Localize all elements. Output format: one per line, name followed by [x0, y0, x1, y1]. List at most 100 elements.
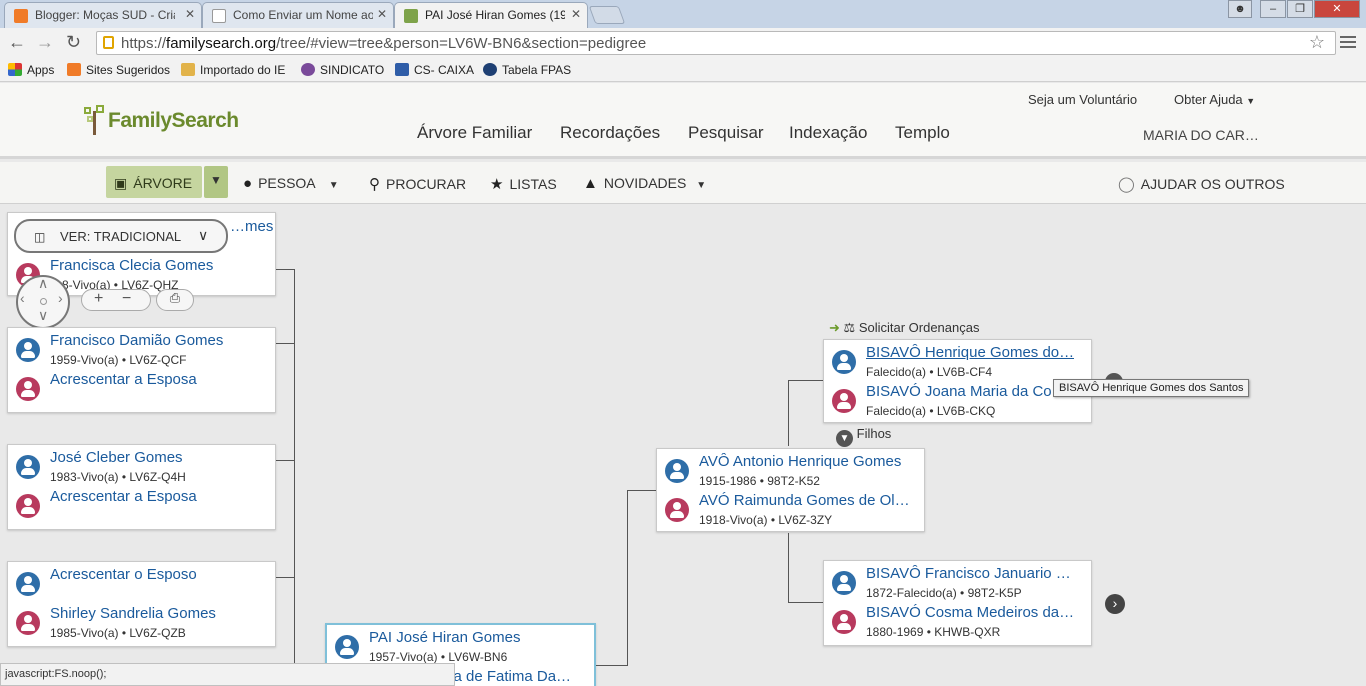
bookmark-cs-caixa[interactable]: CS- CAIXA: [395, 63, 474, 77]
view-selector[interactable]: ◫ VER: TRADICIONAL ∨: [14, 219, 228, 253]
listas-button[interactable]: ★ LISTAS: [490, 175, 557, 193]
person-row[interactable]: AVÔ Antonio Henrique Gomes 1915-1986 • 9…: [665, 453, 925, 491]
close-window-button[interactable]: ✕: [1314, 0, 1360, 18]
person-row[interactable]: BISAVÔ Henrique Gomes do… Falecido(a) • …: [832, 344, 1092, 382]
browser-tab-blogger[interactable]: Blogger: Moças SUD - Cria ✕: [4, 2, 202, 28]
chevron-left-icon[interactable]: ‹: [20, 290, 25, 306]
add-spouse-link[interactable]: Acrescentar a Esposa: [50, 488, 197, 505]
add-spouse-link[interactable]: Acrescentar a Esposa: [50, 371, 197, 388]
print-icon[interactable]: ⎙: [156, 289, 194, 311]
female-avatar-icon: [16, 377, 40, 401]
person-row[interactable]: BISAVÓ Cosma Medeiros da… 1880-1969 • KH…: [832, 604, 1092, 642]
tree-view-icon: ◫: [34, 230, 46, 244]
child-card[interactable]: Acrescentar o Esposo Shirley Sandrelia G…: [7, 561, 276, 647]
chevron-down-icon[interactable]: ∨: [38, 307, 48, 324]
child-card[interactable]: Francisco Damião Gomes 1959-Vivo(a) • LV…: [7, 327, 276, 413]
url-scheme: https://: [121, 35, 167, 52]
person-row[interactable]: Francisco Damião Gomes 1959-Vivo(a) • LV…: [16, 332, 276, 370]
person-row[interactable]: Acrescentar a Esposa: [16, 488, 276, 526]
person-row[interactable]: BISAVÔ Francisco Januario … 1872-Falecid…: [832, 565, 1092, 603]
bookmark-sites-sugeridos[interactable]: Sites Sugeridos: [67, 63, 170, 77]
add-husband-link[interactable]: Acrescentar o Esposo: [50, 566, 197, 583]
nav-arvore-familiar[interactable]: Árvore Familiar: [417, 123, 532, 143]
person-row[interactable]: Shirley Sandrelia Gomes 1985-Vivo(a) • L…: [16, 605, 276, 643]
male-avatar-icon: [832, 350, 856, 374]
person-name[interactable]: BISAVÓ Cosma Medeiros da…: [866, 604, 1074, 621]
request-ordinances-link[interactable]: ➜ ⚖ Solicitar Ordenanças: [829, 320, 979, 336]
person-info: 1915-1986 • 98T2-K52: [699, 474, 820, 488]
arvore-button[interactable]: ▣ ÁRVORE: [106, 166, 202, 198]
person-name[interactable]: Francisca Clecia Gomes: [50, 257, 213, 274]
person-info: 1918-Vivo(a) • LV6Z-3ZY: [699, 513, 833, 527]
address-bar[interactable]: https://familysearch.org/tree/#view=tree…: [96, 31, 1336, 55]
familysearch-tree-icon: [404, 9, 418, 23]
person-name[interactable]: Shirley Sandrelia Gomes: [50, 605, 216, 622]
person-info: 1957-Vivo(a) • LV6W-BN6: [369, 650, 508, 664]
nav-recordacoes[interactable]: Recordações: [560, 123, 660, 143]
person-name[interactable]: AVÔ Antonio Henrique Gomes: [699, 453, 901, 470]
bookmark-importado[interactable]: Importado do IE: [181, 63, 285, 77]
close-icon[interactable]: ✕: [377, 7, 387, 21]
zoom-out-button[interactable]: −: [122, 290, 131, 308]
user-menu[interactable]: MARIA DO CAR…: [1143, 127, 1259, 143]
person-info: 1880-1969 • KHWB-QXR: [866, 625, 1001, 639]
great-grandparents-card[interactable]: BISAVÔ Henrique Gomes do… Falecido(a) • …: [823, 339, 1092, 423]
new-tab-button[interactable]: [588, 6, 626, 24]
forward-arrow-icon[interactable]: →: [36, 32, 54, 52]
person-row[interactable]: Acrescentar a Esposa: [16, 371, 276, 409]
bookmarks-bar: Apps Sites Sugeridos Importado do IE SIN…: [0, 58, 1366, 82]
person-name[interactable]: BISAVÓ Joana Maria da Co…: [866, 383, 1067, 400]
person-name[interactable]: …mes: [230, 218, 273, 235]
person-name[interactable]: BISAVÔ Henrique Gomes do…: [866, 344, 1074, 361]
procurar-button[interactable]: ⚲ PROCURAR: [369, 175, 466, 193]
person-row[interactable]: Acrescentar o Esposo: [16, 566, 276, 604]
person-info: 1872-Falecido(a) • 98T2-K5P: [866, 586, 1022, 600]
close-icon[interactable]: ✕: [185, 7, 195, 21]
maximize-button[interactable]: ❐: [1287, 0, 1313, 18]
chevron-right-icon[interactable]: ›: [1105, 594, 1125, 614]
pedigree-canvas[interactable]: …mes Francisca Clecia Gomes …8-Vivo(a) •…: [0, 205, 1366, 686]
great-grandparents-card[interactable]: BISAVÔ Francisco Januario … 1872-Falecid…: [823, 560, 1092, 646]
help-menu[interactable]: Obter Ajuda ▼: [1174, 92, 1255, 107]
person-row[interactable]: José Cleber Gomes 1983-Vivo(a) • LV6Z-Q4…: [16, 449, 276, 487]
volunteer-link[interactable]: Seja um Voluntário: [1028, 92, 1137, 107]
nav-pesquisar[interactable]: Pesquisar: [688, 123, 764, 143]
familysearch-logo[interactable]: FamilySearch: [84, 105, 239, 135]
chevron-right-icon[interactable]: ›: [58, 290, 63, 306]
pessoa-menu[interactable]: ● PESSOA ▼: [243, 175, 339, 192]
close-icon[interactable]: ✕: [571, 7, 581, 21]
bookmark-apps[interactable]: Apps: [8, 63, 54, 77]
person-row[interactable]: PAI José Hiran Gomes 1957-Vivo(a) • LV6W…: [335, 629, 595, 667]
person-row[interactable]: AVÓ Raimunda Gomes de Ol… 1918-Vivo(a) •…: [665, 492, 925, 530]
nav-indexacao[interactable]: Indexação: [789, 123, 867, 143]
person-name[interactable]: AVÓ Raimunda Gomes de Ol…: [699, 492, 910, 509]
bookmark-sindicato[interactable]: SINDICATO: [301, 63, 384, 77]
chevron-up-icon[interactable]: ∧: [38, 275, 48, 292]
child-card[interactable]: José Cleber Gomes 1983-Vivo(a) • LV6Z-Q4…: [7, 444, 276, 530]
bookmark-tabela-fpas[interactable]: Tabela FPAS: [483, 63, 571, 77]
user-icon[interactable]: ☻: [1228, 0, 1252, 18]
children-toggle[interactable]: ▼ Filhos: [836, 426, 891, 447]
person-name[interactable]: José Cleber Gomes: [50, 449, 183, 466]
suggested-sites-icon: [67, 63, 81, 76]
novidades-menu[interactable]: ▲ NOVIDADES ▼: [583, 175, 706, 192]
zoom-in-button[interactable]: +: [94, 290, 103, 308]
pan-control[interactable]: ∧ ∨ ‹ ›: [16, 275, 70, 329]
browser-tab-como-enviar[interactable]: Como Enviar um Nome ao ✕: [202, 2, 394, 28]
browser-menu-icon[interactable]: [1340, 36, 1356, 51]
nav-templo[interactable]: Templo: [895, 123, 950, 143]
arvore-dropdown-button[interactable]: ▼: [204, 166, 228, 198]
person-name[interactable]: BISAVÔ Francisco Januario …: [866, 565, 1071, 582]
zoom-control[interactable]: + −: [81, 289, 151, 311]
minimize-button[interactable]: –: [1260, 0, 1286, 18]
fpas-icon: [483, 63, 497, 76]
ajudar-outros-button[interactable]: ◯ AJUDAR OS OUTROS: [1118, 175, 1285, 193]
person-name[interactable]: Francisco Damião Gomes: [50, 332, 223, 349]
grandparents-card[interactable]: AVÔ Antonio Henrique Gomes 1915-1986 • 9…: [656, 448, 925, 532]
center-icon[interactable]: [40, 298, 47, 305]
browser-tab-familysearch[interactable]: PAI José Hiran Gomes (19 ✕: [394, 2, 588, 28]
bookmark-star-icon[interactable]: ☆: [1309, 32, 1325, 53]
person-name[interactable]: PAI José Hiran Gomes: [369, 629, 520, 646]
back-arrow-icon[interactable]: ←: [8, 32, 26, 52]
reload-icon[interactable]: ↻: [66, 32, 81, 52]
